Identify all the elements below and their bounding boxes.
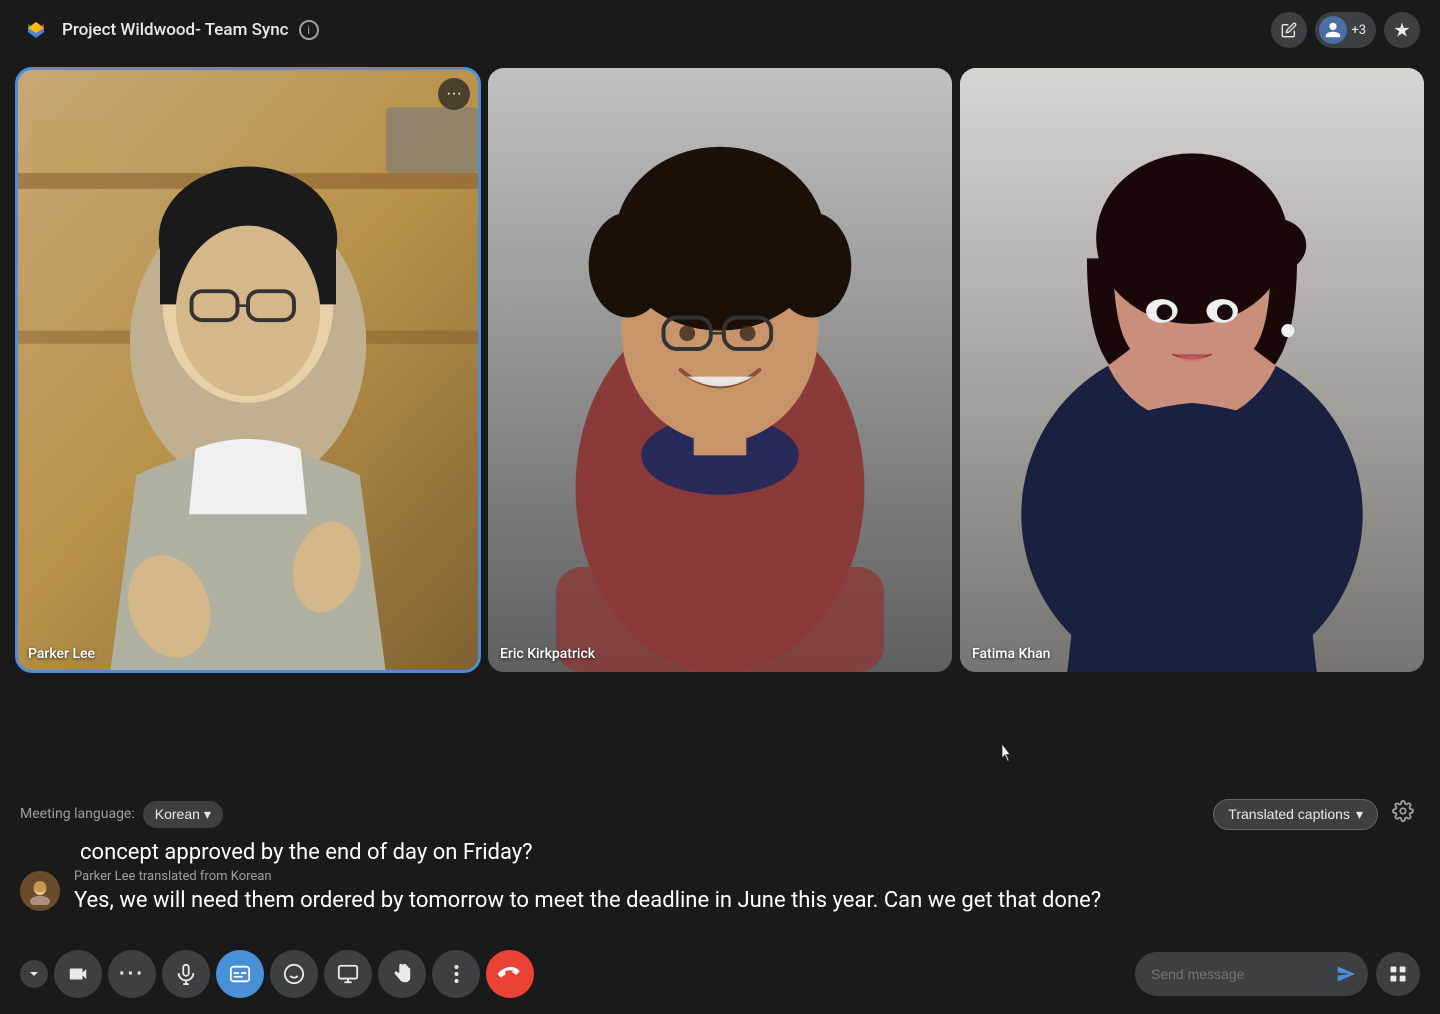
google-meet-logo-icon: [20, 14, 52, 46]
video-tile-fatima-khan[interactable]: Fatima Khan: [960, 68, 1424, 672]
meeting-language-section: Meeting language: Korean ▾: [20, 801, 223, 828]
participant-count: +3: [1351, 23, 1366, 38]
raise-hand-button[interactable]: [378, 950, 426, 998]
participant-name-eric: Eric Kirkpatrick: [500, 646, 595, 662]
toolbar: ···: [0, 940, 1440, 1014]
participant-name-fatima: Fatima Khan: [972, 646, 1050, 662]
caption-area: concept approved by the end of day on Fr…: [0, 840, 1440, 940]
microphone-button[interactable]: [162, 950, 210, 998]
caption-main-text: Yes, we will need them ordered by tomorr…: [74, 886, 1420, 916]
caption-plain-line: concept approved by the end of day on Fr…: [20, 840, 1420, 865]
controls-row: Meeting language: Korean ▾ Translated ca…: [0, 788, 1440, 840]
info-icon[interactable]: i: [299, 20, 319, 40]
parker-lee-video: [16, 68, 480, 672]
caption-text-block: Parker Lee translated from Korean Yes, w…: [74, 869, 1420, 916]
emoji-button[interactable]: [270, 950, 318, 998]
send-message-input[interactable]: [1151, 966, 1332, 982]
caption-speaker-name: Parker Lee translated from Korean: [74, 869, 1420, 884]
end-call-button[interactable]: [486, 950, 534, 998]
video-grid: ··· Parker Lee: [0, 60, 1440, 680]
toolbar-right: [1135, 952, 1420, 996]
translated-captions-chevron-icon: ▾: [1356, 806, 1363, 823]
meeting-title: Project Wildwood- Team Sync: [62, 20, 289, 40]
top-bar: Project Wildwood- Team Sync i +3: [0, 0, 1440, 60]
send-message-button[interactable]: [1332, 960, 1360, 988]
translated-captions-button[interactable]: Translated captions ▾: [1213, 799, 1378, 830]
send-message-area[interactable]: [1135, 952, 1368, 996]
eric-kirkpatrick-video: [488, 68, 952, 672]
video-tile-eric-kirkpatrick[interactable]: Eric Kirkpatrick: [488, 68, 952, 672]
more-options-button[interactable]: ···: [108, 950, 156, 998]
caption-speaker-row: Parker Lee translated from Korean Yes, w…: [20, 869, 1420, 916]
bottom-section: Meeting language: Korean ▾ Translated ca…: [0, 788, 1440, 1014]
language-label: Korean: [155, 806, 200, 822]
fatima-khan-video: [960, 68, 1424, 672]
edit-button[interactable]: [1271, 12, 1307, 48]
language-dropdown[interactable]: Korean ▾: [143, 801, 223, 828]
captions-toggle-button[interactable]: [216, 950, 264, 998]
caption-speaker-avatar: [20, 871, 60, 911]
language-chevron-icon: ▾: [204, 806, 211, 823]
top-bar-left: Project Wildwood- Team Sync i: [20, 14, 319, 46]
meeting-language-label: Meeting language:: [20, 806, 135, 822]
captions-right-controls: Translated captions ▾: [1213, 794, 1420, 834]
participant-name-parker: Parker Lee: [28, 646, 95, 662]
video-tile-parker-lee[interactable]: ··· Parker Lee: [16, 68, 480, 672]
top-bar-right: +3: [1271, 12, 1420, 48]
present-button[interactable]: [324, 950, 372, 998]
more-menu-button[interactable]: [432, 950, 480, 998]
camera-button[interactable]: [54, 950, 102, 998]
captions-settings-button[interactable]: [1386, 794, 1420, 834]
sparkle-button[interactable]: [1384, 12, 1420, 48]
participants-pill[interactable]: +3: [1315, 12, 1376, 48]
avatar-participant: [1319, 16, 1347, 44]
toolbar-left: ···: [20, 950, 534, 998]
camera-chevron-button[interactable]: [20, 960, 48, 988]
grid-layout-button[interactable]: [1376, 952, 1420, 996]
translated-captions-label: Translated captions: [1228, 806, 1350, 822]
tile-menu-button-parker[interactable]: ···: [438, 78, 470, 110]
cursor: [1002, 744, 1012, 758]
